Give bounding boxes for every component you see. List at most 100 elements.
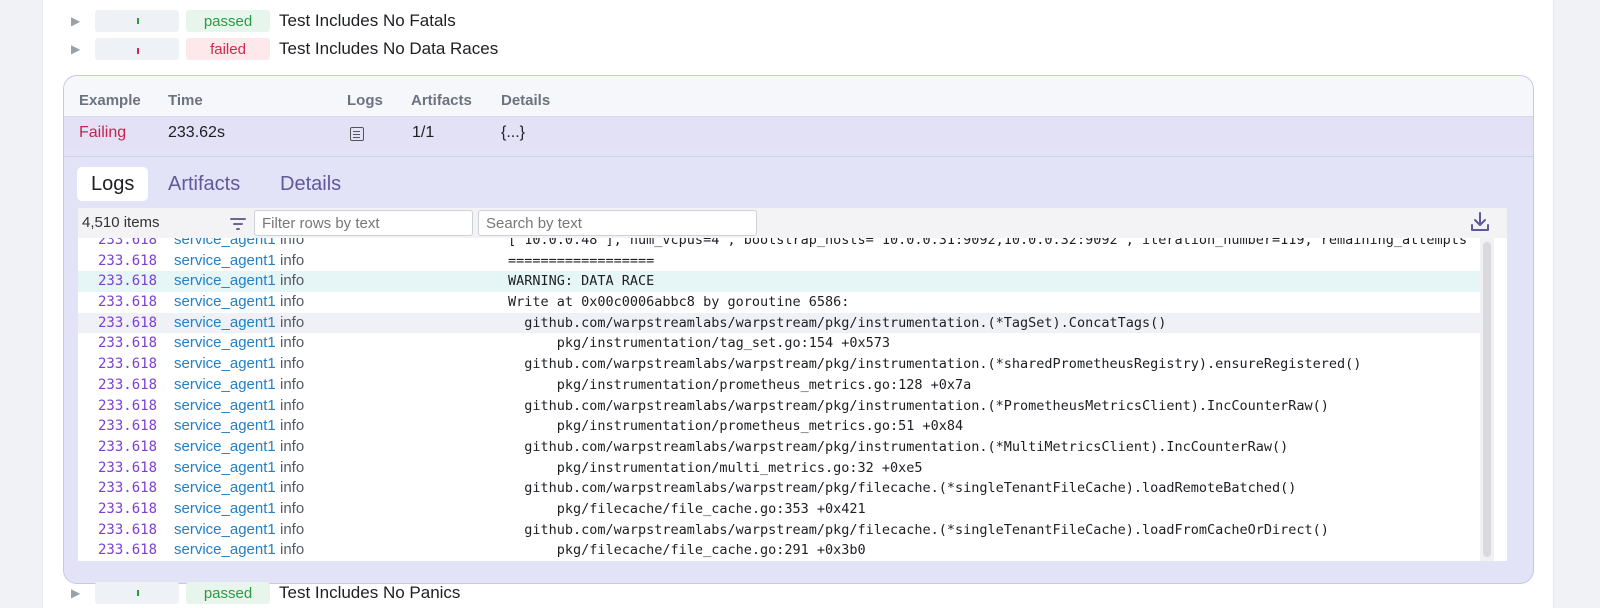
examples-table-header: Example Time Logs Artifacts Details — [64, 76, 1533, 116]
divider — [64, 156, 1533, 157]
log-timestamp: 233.618 — [98, 438, 158, 455]
log-message: WARNING: DATA RACE — [508, 273, 655, 290]
example-label[interactable]: Failing — [79, 124, 126, 142]
log-source: service_agent1 — [174, 499, 276, 517]
log-line[interactable]: 233.618 service_agent1 info pkg/filecache/… — [78, 540, 1480, 561]
log-level: info — [280, 251, 305, 269]
log-source: service_agent1 — [174, 417, 276, 435]
log-line[interactable]: 233.618 service_agent1 info pkg/instrument… — [78, 375, 1480, 396]
log-message: Write at 0x00c0006abbc8 by goroutine 658… — [508, 294, 850, 311]
log-line[interactable]: 233.618 service_agent1 info pkg/filecache/… — [78, 499, 1480, 520]
log-message: github.com/warpstreamlabs/warpstream/pkg… — [508, 356, 1362, 373]
tab-logs[interactable]: Logs — [77, 167, 149, 201]
log-level: info — [280, 375, 305, 393]
log-level: info — [280, 272, 305, 290]
log-level: info — [280, 396, 305, 414]
log-level: info — [280, 541, 305, 559]
search-input[interactable] — [478, 210, 757, 236]
log-level: info — [280, 458, 305, 476]
log-source: service_agent1 — [174, 355, 276, 373]
log-lines: 233.618 service_agent1 info ["10.0.0.48"], … — [78, 238, 1480, 561]
tab-details[interactable]: Details — [280, 167, 341, 201]
log-viewer[interactable]: 233.618 service_agent1 info ["10.0.0.48"], … — [78, 238, 1507, 561]
log-line[interactable]: 233.618 service_agent1 info pkg/instrument… — [78, 416, 1480, 437]
log-source: service_agent1 — [174, 437, 276, 455]
log-level: info — [280, 479, 305, 497]
log-source: service_agent1 — [174, 396, 276, 414]
log-line[interactable]: 233.618 service_agent1 info ["10.0.0.48"], … — [78, 238, 1480, 251]
log-timestamp: 233.618 — [98, 521, 158, 538]
logs-icon[interactable] — [350, 127, 364, 141]
property-name: Test Includes No Fatals — [279, 11, 456, 30]
filter-rows-input[interactable] — [254, 210, 473, 236]
log-level: info — [280, 238, 305, 248]
log-source: service_agent1 — [174, 375, 276, 393]
log-line[interactable]: 233.618 service_agent1 info Write at 0x00c0… — [78, 292, 1480, 313]
property-row[interactable]: ▶ failed Test Includes No Data Races — [71, 36, 498, 62]
log-message: ================== — [508, 252, 655, 269]
log-timestamp: 233.618 — [98, 238, 158, 248]
log-message: pkg/instrumentation/prometheus_metrics.g… — [508, 376, 972, 393]
vertical-scrollbar[interactable] — [1480, 238, 1494, 561]
log-timestamp: 233.618 — [98, 335, 158, 352]
sparkline — [95, 10, 179, 32]
log-line[interactable]: 233.618 service_agent1 info github.com/war… — [78, 437, 1480, 458]
sparkline — [95, 38, 179, 60]
log-message: pkg/filecache/file_cache.go:291 +0x3b0 — [508, 542, 866, 559]
expand-caret-icon[interactable]: ▶ — [71, 42, 85, 56]
log-level: info — [280, 313, 305, 331]
filter-icon[interactable] — [230, 215, 246, 231]
log-line[interactable]: 233.618 service_agent1 info pkg/instrument… — [78, 333, 1480, 354]
log-timestamp: 233.618 — [98, 500, 158, 517]
log-level: info — [280, 417, 305, 435]
log-source: service_agent1 — [174, 272, 276, 290]
log-timestamp: 233.618 — [98, 397, 158, 414]
log-line[interactable]: 233.618 service_agent1 info github.com/war… — [78, 312, 1480, 334]
log-level: info — [280, 437, 305, 455]
log-message: github.com/warpstreamlabs/warpstream/pkg… — [508, 438, 1289, 455]
column-header-logs: Logs — [347, 92, 383, 109]
log-message: github.com/warpstreamlabs/warpstream/pkg… — [508, 480, 1297, 497]
log-level: info — [280, 499, 305, 517]
log-timestamp: 233.618 — [98, 252, 158, 269]
log-message: pkg/filecache/file_cache.go:353 +0x421 — [508, 500, 866, 517]
log-line[interactable]: 233.618 service_agent1 info ===============… — [78, 251, 1480, 272]
expand-caret-icon[interactable]: ▶ — [71, 14, 85, 28]
log-timestamp: 233.618 — [98, 542, 158, 559]
download-icon[interactable] — [1470, 211, 1490, 233]
log-line[interactable]: 233.618 service_agent1 info WARNING: DATA R… — [78, 271, 1480, 293]
log-message: ["10.0.0.48"], num_vcpus=4 , bootstrap_h… — [508, 238, 1468, 248]
property-row[interactable]: ▶ passed Test Includes No Fatals — [71, 8, 456, 34]
log-source: service_agent1 — [174, 313, 276, 331]
item-count: 4,510 items — [82, 214, 160, 231]
log-timestamp: 233.618 — [98, 356, 158, 373]
column-header-time: Time — [168, 92, 203, 109]
log-timestamp: 233.618 — [98, 314, 158, 331]
example-row[interactable]: Failing 233.62s 1/1 {...} — [64, 116, 1533, 149]
example-artifacts[interactable]: 1/1 — [412, 124, 434, 142]
log-source: service_agent1 — [174, 541, 276, 559]
log-source: service_agent1 — [174, 334, 276, 352]
log-source: service_agent1 — [174, 251, 276, 269]
property-row[interactable]: ▶ passed Test Includes No Panics — [71, 580, 460, 606]
status-badge: passed — [186, 10, 270, 32]
log-message: github.com/warpstreamlabs/warpstream/pkg… — [508, 397, 1329, 414]
log-line[interactable]: 233.618 service_agent1 info github.com/war… — [78, 396, 1480, 417]
example-time: 233.62s — [168, 124, 225, 141]
log-message: github.com/warpstreamlabs/warpstream/pkg… — [508, 521, 1329, 538]
log-line[interactable]: 233.618 service_agent1 info github.com/war… — [78, 478, 1480, 499]
log-line[interactable]: 233.618 service_agent1 info github.com/war… — [78, 354, 1480, 375]
property-name: Test Includes No Data Races — [279, 39, 499, 58]
log-line[interactable]: 233.618 service_agent1 info pkg/instrument… — [78, 458, 1480, 479]
example-details[interactable]: {...} — [501, 124, 525, 142]
log-message: pkg/instrumentation/multi_metrics.go:32 … — [508, 459, 923, 476]
tab-artifacts[interactable]: Artifacts — [168, 167, 240, 201]
log-message: pkg/instrumentation/tag_set.go:154 +0x57… — [508, 335, 891, 352]
log-timestamp: 233.618 — [98, 294, 158, 311]
log-timestamp: 233.618 — [98, 273, 158, 290]
status-badge: passed — [186, 582, 270, 604]
log-line[interactable]: 233.618 service_agent1 info github.com/war… — [78, 520, 1480, 541]
expand-caret-icon[interactable]: ▶ — [71, 586, 85, 600]
log-timestamp: 233.618 — [98, 480, 158, 497]
sparkline — [95, 582, 179, 604]
